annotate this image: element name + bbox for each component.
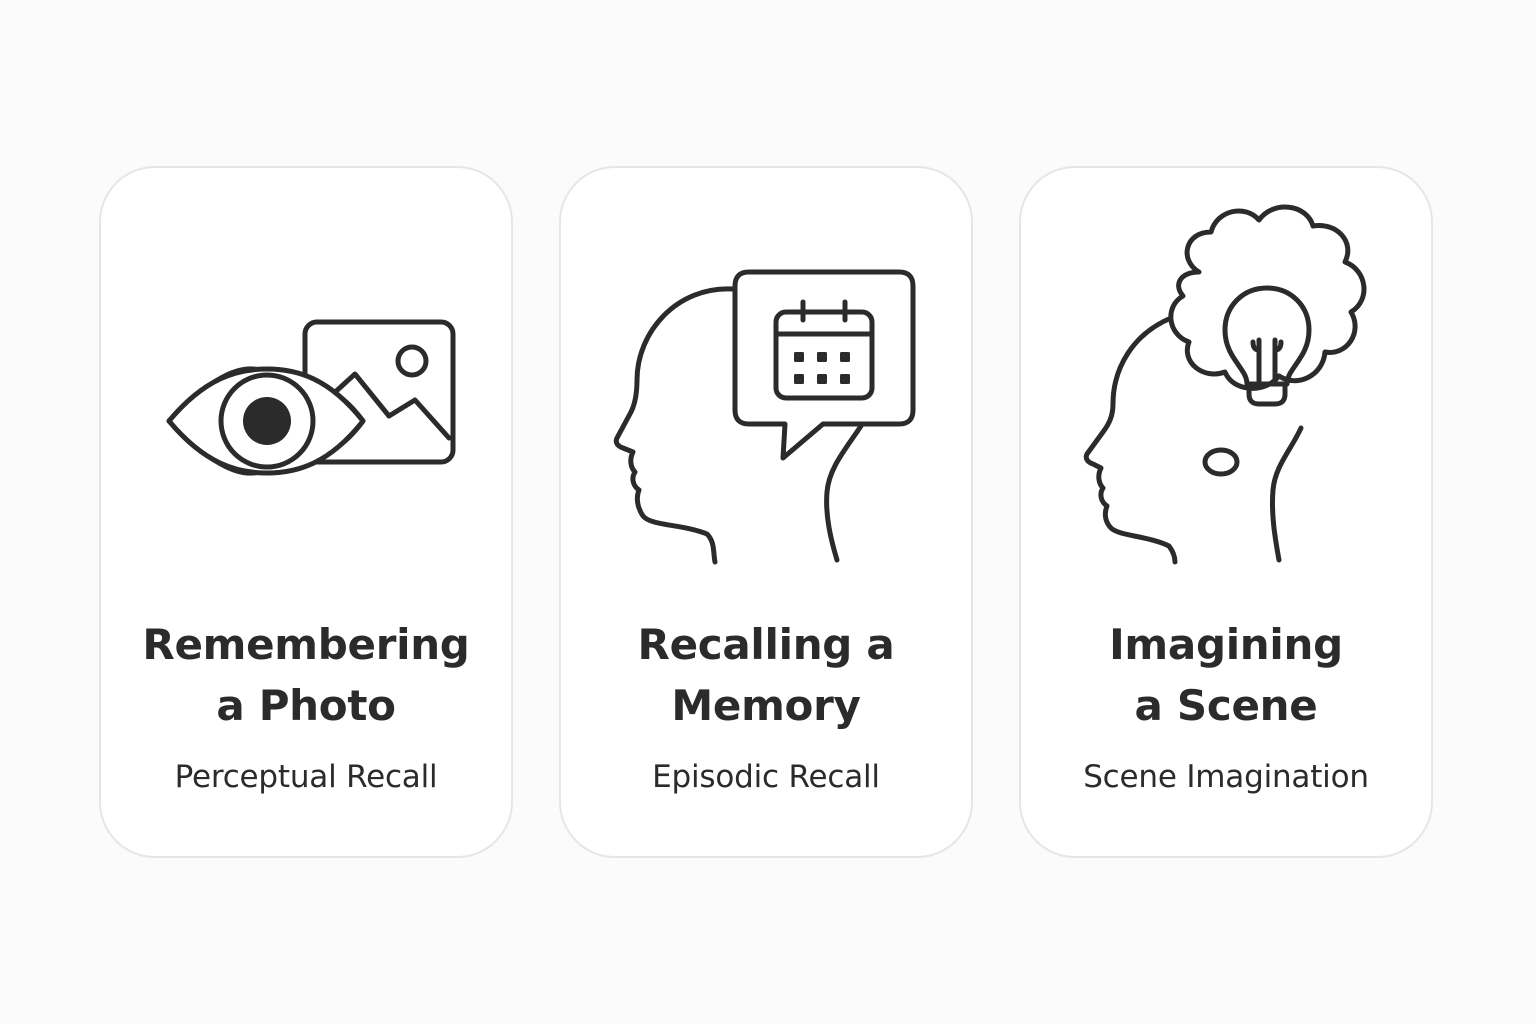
card-subtitle: Scene Imagination <box>1083 759 1369 795</box>
card-title: Imagining a Scene <box>1109 620 1343 730</box>
card-title: Remembering a Photo <box>142 620 470 730</box>
head-with-calendar-bubble-icon <box>561 168 975 588</box>
eye-with-photo-icon <box>101 168 515 588</box>
card-title: Recalling a Memory <box>637 620 895 730</box>
card-subtitle: Episodic Recall <box>652 759 880 795</box>
head-with-lightbulb-thought-icon <box>1021 168 1435 588</box>
thought-cloud-icon <box>1168 204 1367 477</box>
card-remembering-photo: Remembering a Photo Perceptual Recall <box>99 166 513 858</box>
card-subtitle: Perceptual Recall <box>174 759 438 795</box>
calendar-bubble-icon <box>732 269 916 461</box>
card-recalling-memory: Recalling a Memory Episodic Recall <box>559 166 973 858</box>
card-imagining-scene: Imagining a Scene Scene Imagination <box>1019 166 1433 858</box>
